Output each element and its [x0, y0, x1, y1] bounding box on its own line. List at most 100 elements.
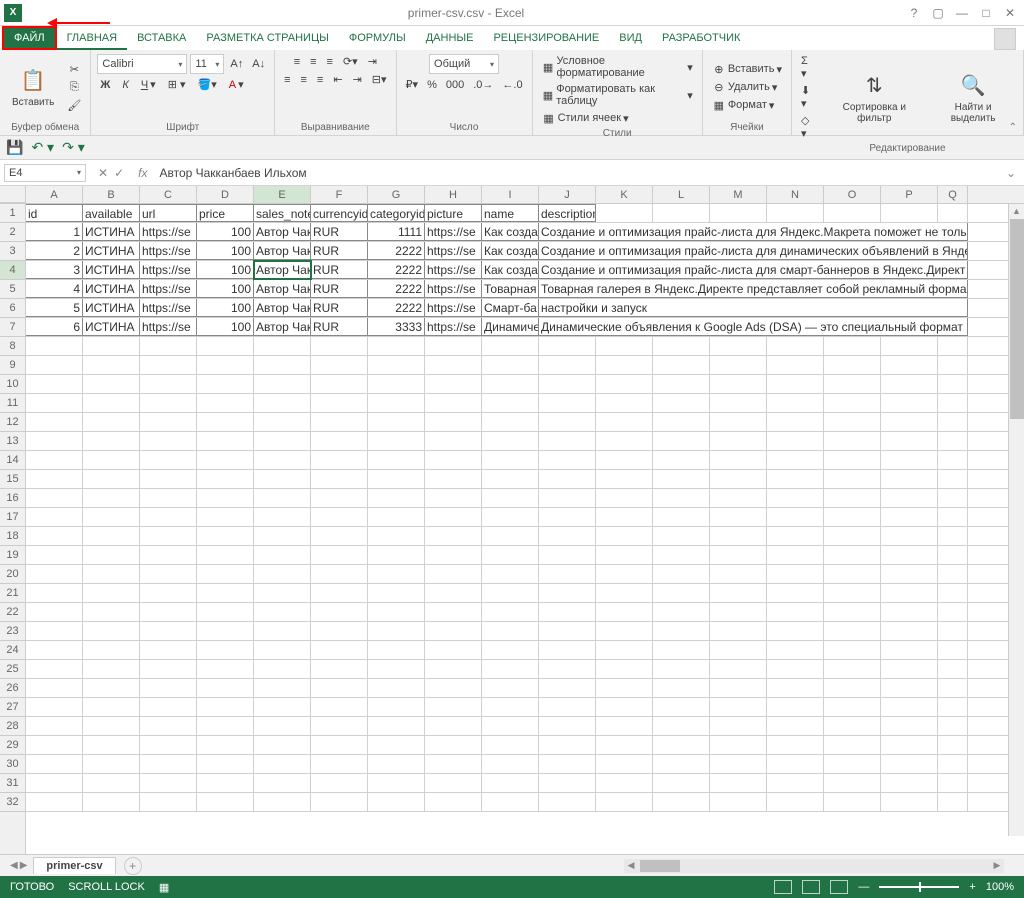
cell-L21[interactable] [653, 584, 710, 602]
percent-button[interactable]: % [424, 77, 440, 92]
cell-H6[interactable]: https://se [425, 299, 482, 317]
expand-formula-button[interactable]: ⌄ [998, 166, 1024, 180]
cell-D13[interactable] [197, 432, 254, 450]
cell-B18[interactable] [83, 527, 140, 545]
cell-C3[interactable]: https://se [140, 242, 197, 260]
cell-E18[interactable] [254, 527, 311, 545]
zoom-level[interactable]: 100% [986, 881, 1014, 893]
cell-E19[interactable] [254, 546, 311, 564]
cell-E31[interactable] [254, 774, 311, 792]
cell-F25[interactable] [311, 660, 368, 678]
format-cells-button[interactable]: ▦Формат ▾ [709, 97, 785, 113]
cell-P14[interactable] [881, 451, 938, 469]
cell-F9[interactable] [311, 356, 368, 374]
cell-B15[interactable] [83, 470, 140, 488]
column-header-P[interactable]: P [881, 186, 938, 203]
cell-D3[interactable]: 100 [197, 242, 254, 260]
cell-K21[interactable] [596, 584, 653, 602]
cell-P24[interactable] [881, 641, 938, 659]
cell-N28[interactable] [767, 717, 824, 735]
column-header-H[interactable]: H [425, 186, 482, 203]
column-header-N[interactable]: N [767, 186, 824, 203]
cell-J10[interactable] [539, 375, 596, 393]
cell-O8[interactable] [824, 337, 881, 355]
cell-H16[interactable] [425, 489, 482, 507]
cell-E23[interactable] [254, 622, 311, 640]
cell-P13[interactable] [881, 432, 938, 450]
cell-K24[interactable] [596, 641, 653, 659]
maximize-icon[interactable]: □ [976, 5, 996, 21]
cell-L32[interactable] [653, 793, 710, 811]
cell-J11[interactable] [539, 394, 596, 412]
cell-F31[interactable] [311, 774, 368, 792]
cell-J31[interactable] [539, 774, 596, 792]
cell-F27[interactable] [311, 698, 368, 716]
cell-O9[interactable] [824, 356, 881, 374]
cell-D23[interactable] [197, 622, 254, 640]
cell-B29[interactable] [83, 736, 140, 754]
cell-L24[interactable] [653, 641, 710, 659]
close-icon[interactable]: ✕ [1000, 5, 1020, 21]
format-as-table-button[interactable]: ▦Форматировать как таблицу ▾ [539, 82, 696, 108]
cell-Q22[interactable] [938, 603, 968, 621]
zoom-out-button[interactable]: — [858, 881, 869, 893]
sheet-nav-prev[interactable]: ◀ [10, 860, 18, 871]
cell-B12[interactable] [83, 413, 140, 431]
cell-G12[interactable] [368, 413, 425, 431]
cell-D1[interactable]: price [197, 204, 254, 222]
cell-M15[interactable] [710, 470, 767, 488]
cell-A21[interactable] [26, 584, 83, 602]
cell-L10[interactable] [653, 375, 710, 393]
cell-H28[interactable] [425, 717, 482, 735]
tab-данные[interactable]: ДАННЫЕ [416, 28, 484, 50]
cell-H21[interactable] [425, 584, 482, 602]
cell-N22[interactable] [767, 603, 824, 621]
cell-P9[interactable] [881, 356, 938, 374]
cell-H32[interactable] [425, 793, 482, 811]
cell-M10[interactable] [710, 375, 767, 393]
cell-L29[interactable] [653, 736, 710, 754]
row-header-6[interactable]: 6 [0, 299, 25, 318]
cell-B28[interactable] [83, 717, 140, 735]
cell-L1[interactable] [653, 204, 710, 222]
decrease-indent-button[interactable]: ⇤ [330, 72, 345, 87]
cell-F16[interactable] [311, 489, 368, 507]
cell-O11[interactable] [824, 394, 881, 412]
row-header-10[interactable]: 10 [0, 375, 25, 394]
cell-D16[interactable] [197, 489, 254, 507]
cell-H23[interactable] [425, 622, 482, 640]
cell-I20[interactable] [482, 565, 539, 583]
cell-F30[interactable] [311, 755, 368, 773]
cell-L12[interactable] [653, 413, 710, 431]
sheet-nav-next[interactable]: ▶ [20, 860, 28, 871]
cell-K26[interactable] [596, 679, 653, 697]
cell-E9[interactable] [254, 356, 311, 374]
cell-Q17[interactable] [938, 508, 968, 526]
cell-D21[interactable] [197, 584, 254, 602]
cell-M22[interactable] [710, 603, 767, 621]
cell-H22[interactable] [425, 603, 482, 621]
cell-J17[interactable] [539, 508, 596, 526]
cell-E30[interactable] [254, 755, 311, 773]
cell-N18[interactable] [767, 527, 824, 545]
cell-E12[interactable] [254, 413, 311, 431]
row-header-20[interactable]: 20 [0, 565, 25, 584]
help-icon[interactable]: ? [904, 5, 924, 21]
cell-I4[interactable]: Как созда [482, 261, 539, 279]
cell-N32[interactable] [767, 793, 824, 811]
cell-P26[interactable] [881, 679, 938, 697]
cell-L14[interactable] [653, 451, 710, 469]
cell-I1[interactable]: name [482, 204, 539, 222]
cell-C7[interactable]: https://se [140, 318, 197, 336]
cell-B4[interactable]: ИСТИНА [83, 261, 140, 279]
select-all-corner[interactable] [0, 186, 26, 203]
cell-A27[interactable] [26, 698, 83, 716]
cell-E17[interactable] [254, 508, 311, 526]
cell-N16[interactable] [767, 489, 824, 507]
cell-G29[interactable] [368, 736, 425, 754]
number-format-select[interactable]: Общий▾ [429, 54, 499, 74]
cell-M1[interactable] [710, 204, 767, 222]
cell-F10[interactable] [311, 375, 368, 393]
cell-M18[interactable] [710, 527, 767, 545]
cell-Q21[interactable] [938, 584, 968, 602]
